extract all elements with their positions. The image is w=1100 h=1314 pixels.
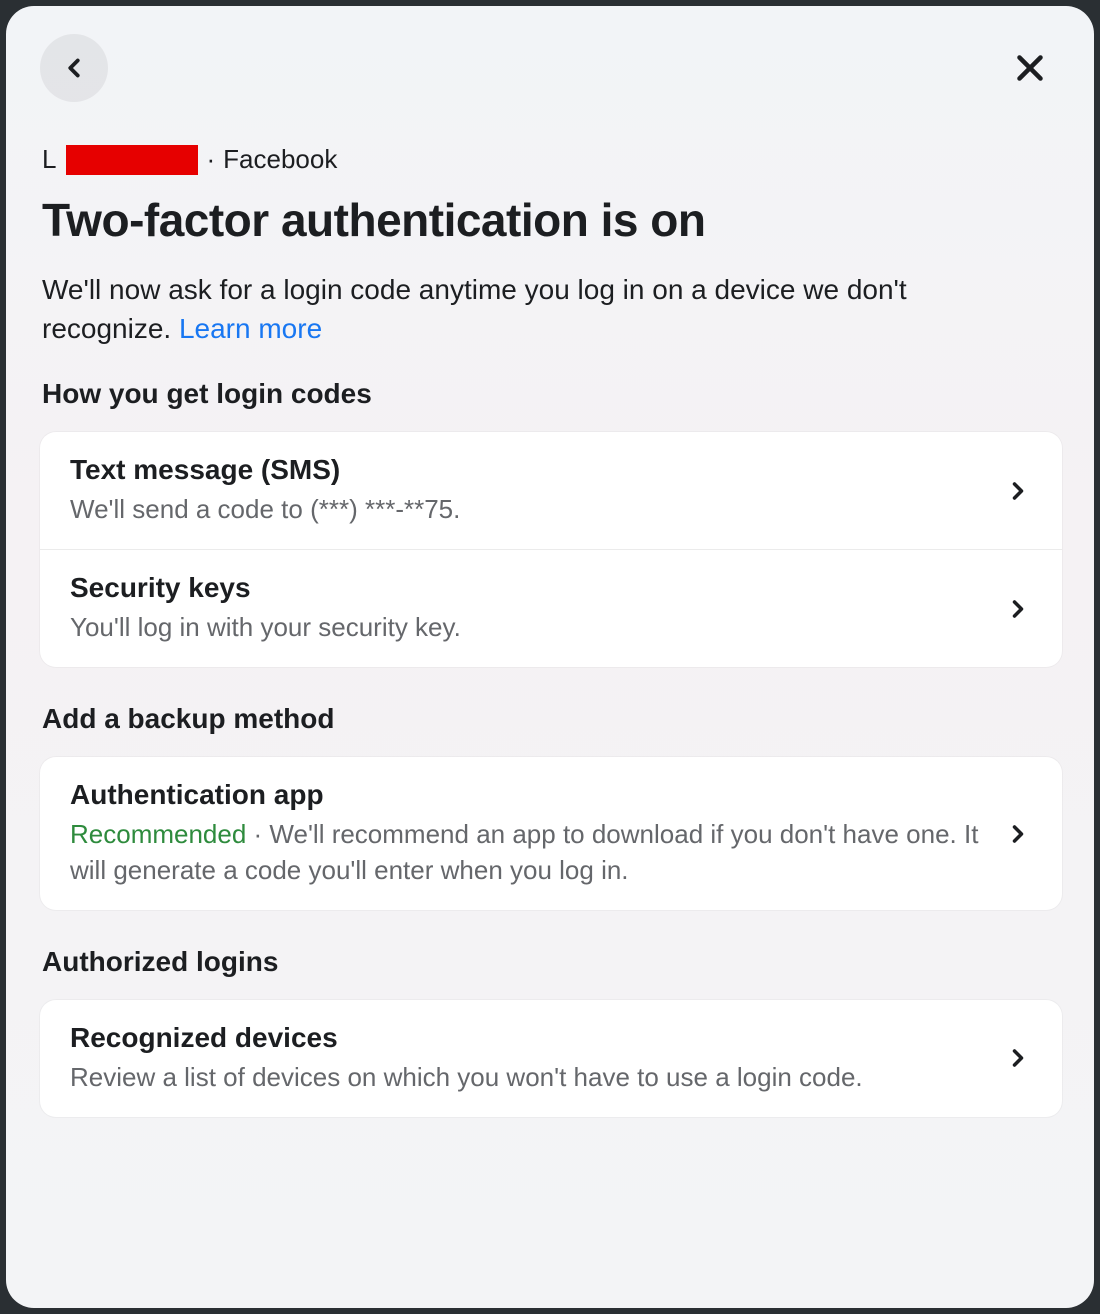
breadcrumb-platform: Facebook bbox=[223, 144, 337, 175]
page-title: Two-factor authentication is on bbox=[42, 193, 1062, 247]
chevron-left-icon bbox=[59, 53, 89, 83]
backup-methods-group: Authentication app Recommended · We'll r… bbox=[40, 757, 1062, 909]
login-codes-group: Text message (SMS) We'll send a code to … bbox=[40, 432, 1062, 667]
method-sms-text: Text message (SMS) We'll send a code to … bbox=[70, 454, 1004, 527]
redacted-name bbox=[66, 145, 198, 175]
section-heading-login-codes: How you get login codes bbox=[42, 378, 1062, 410]
method-security-keys-sub: You'll log in with your security key. bbox=[70, 610, 984, 645]
section-heading-authorized: Authorized logins bbox=[42, 946, 1062, 978]
recognized-devices-title: Recognized devices bbox=[70, 1022, 984, 1054]
description-text: We'll now ask for a login code anytime y… bbox=[42, 274, 907, 344]
page-description: We'll now ask for a login code anytime y… bbox=[42, 271, 962, 348]
modal-topbar bbox=[40, 34, 1062, 102]
learn-more-link[interactable]: Learn more bbox=[179, 313, 322, 344]
method-security-keys-title: Security keys bbox=[70, 572, 984, 604]
close-button[interactable] bbox=[1006, 44, 1054, 92]
recommended-badge: Recommended bbox=[70, 819, 246, 849]
method-sms-sub: We'll send a code to (***) ***-**75. bbox=[70, 492, 984, 527]
method-auth-app-text: Authentication app Recommended · We'll r… bbox=[70, 779, 1004, 887]
method-security-keys-row[interactable]: Security keys You'll log in with your se… bbox=[40, 550, 1062, 667]
chevron-right-icon bbox=[1004, 820, 1032, 848]
section-heading-backup: Add a backup method bbox=[42, 703, 1062, 735]
authorized-logins-group: Recognized devices Review a list of devi… bbox=[40, 1000, 1062, 1117]
chevron-right-icon bbox=[1004, 595, 1032, 623]
chevron-right-icon bbox=[1004, 1044, 1032, 1072]
method-sms-title: Text message (SMS) bbox=[70, 454, 984, 486]
auth-app-sep: · bbox=[246, 819, 269, 849]
breadcrumb-name-initial: L bbox=[42, 144, 56, 175]
method-auth-app-sub: Recommended · We'll recommend an app to … bbox=[70, 817, 984, 887]
recognized-devices-row[interactable]: Recognized devices Review a list of devi… bbox=[40, 1000, 1062, 1117]
breadcrumb-separator: · bbox=[206, 144, 215, 175]
method-auth-app-title: Authentication app bbox=[70, 779, 984, 811]
method-security-keys-text: Security keys You'll log in with your se… bbox=[70, 572, 1004, 645]
method-auth-app-row[interactable]: Authentication app Recommended · We'll r… bbox=[40, 757, 1062, 909]
method-sms-row[interactable]: Text message (SMS) We'll send a code to … bbox=[40, 432, 1062, 550]
breadcrumb: L · Facebook bbox=[42, 144, 1062, 175]
two-factor-settings-modal: L · Facebook Two-factor authentication i… bbox=[6, 6, 1094, 1308]
recognized-devices-text: Recognized devices Review a list of devi… bbox=[70, 1022, 1004, 1095]
chevron-right-icon bbox=[1004, 477, 1032, 505]
close-icon bbox=[1012, 50, 1048, 86]
back-button[interactable] bbox=[40, 34, 108, 102]
recognized-devices-sub: Review a list of devices on which you wo… bbox=[70, 1060, 984, 1095]
